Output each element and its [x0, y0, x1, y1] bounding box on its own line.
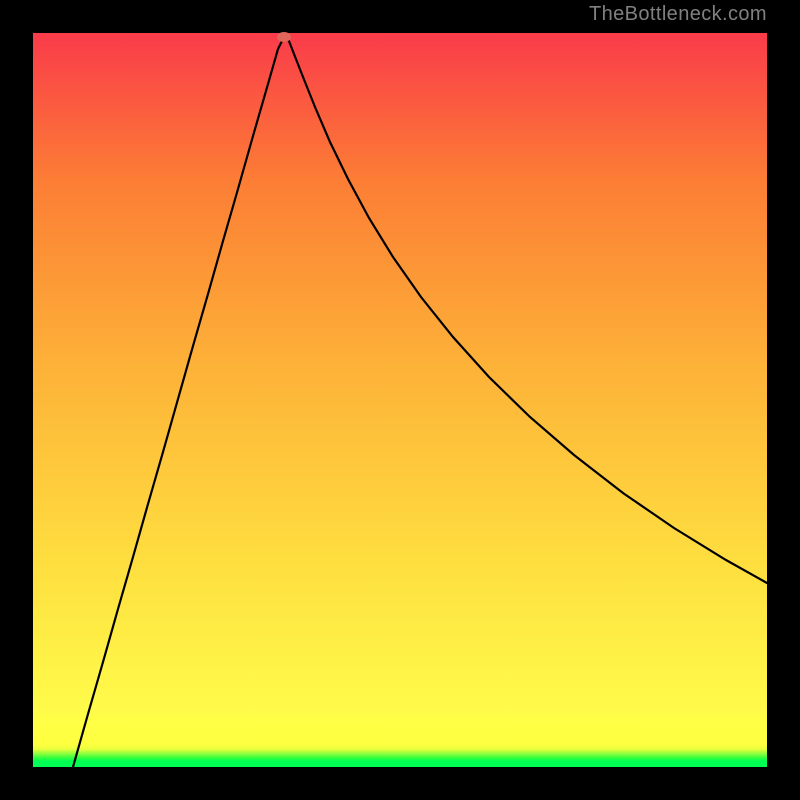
optimum-marker	[277, 32, 291, 42]
bottleneck-curve	[33, 33, 767, 767]
chart-frame: TheBottleneck.com	[0, 0, 800, 800]
watermark-text: TheBottleneck.com	[589, 3, 767, 26]
